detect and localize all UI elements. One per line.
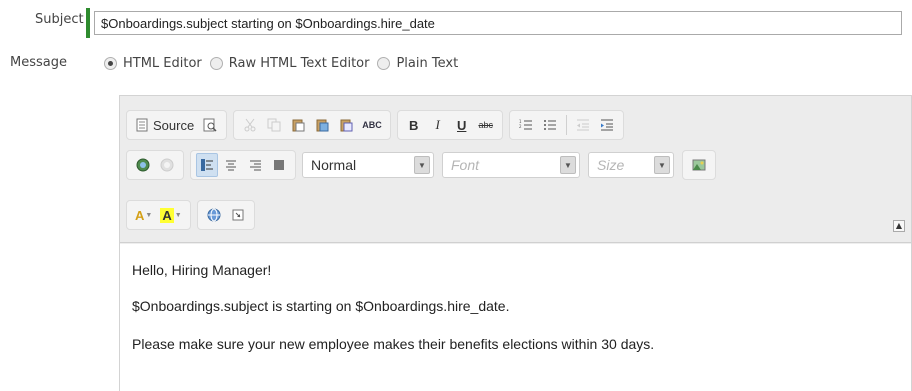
image-icon	[692, 159, 706, 171]
basic-styles-group: B I U abc	[396, 110, 503, 140]
chevron-down-icon[interactable]: ▼	[414, 156, 430, 174]
align-group	[190, 150, 296, 180]
source-label: Source	[153, 117, 195, 133]
strike-button[interactable]: abc	[475, 113, 497, 137]
image-group	[682, 150, 716, 180]
toolbar-separator	[565, 115, 567, 135]
content-line: Please make sure your new employee makes…	[132, 336, 655, 352]
text-color-button[interactable]: A ▼	[132, 203, 155, 227]
spellcheck-button[interactable]: ABC	[359, 113, 385, 137]
toolbar-row-1: Source ABC B I U abc 1 2	[126, 108, 630, 142]
required-indicator	[86, 8, 90, 38]
preview-icon	[203, 118, 217, 132]
text-color-label: A	[135, 207, 145, 223]
bulleted-list-icon	[543, 120, 556, 130]
numbered-list-button[interactable]: 12	[515, 113, 537, 137]
bold-button[interactable]: B	[403, 113, 425, 137]
align-left-icon	[201, 159, 213, 171]
spellcheck-icon: ABC	[362, 120, 382, 130]
indent-icon	[600, 119, 613, 131]
link-button[interactable]	[132, 153, 154, 177]
source-icon	[136, 118, 148, 132]
radio-unselected-icon[interactable]	[377, 56, 391, 70]
content-line: Hello, Hiring Manager!	[132, 262, 272, 278]
radio-selected-icon[interactable]	[104, 56, 117, 70]
dropdown-arrow-icon: ▼	[145, 211, 153, 219]
globe-button[interactable]	[203, 203, 225, 227]
font-placeholder: Font	[451, 157, 480, 173]
radio-html-editor[interactable]: HTML Editor	[104, 56, 202, 71]
paste-text-icon	[316, 119, 329, 132]
tools-group	[196, 200, 255, 230]
align-justify-button[interactable]	[268, 153, 290, 177]
indent-button[interactable]	[596, 113, 618, 137]
subject-label: Subject	[35, 12, 84, 27]
document-group: Source	[126, 110, 228, 140]
size-placeholder: Size	[597, 157, 625, 173]
radio-unselected-icon[interactable]	[209, 56, 223, 70]
radio-label: HTML Editor	[123, 55, 202, 71]
align-center-icon	[226, 160, 236, 171]
unlink-icon	[160, 158, 174, 172]
align-right-button[interactable]	[244, 153, 266, 177]
size-select[interactable]: Size ▼	[588, 152, 674, 178]
image-button[interactable]	[688, 153, 710, 177]
list-group: 12	[508, 110, 624, 140]
subject-input[interactable]	[94, 11, 902, 35]
font-select[interactable]: Font ▼	[442, 152, 580, 178]
chevron-down-icon[interactable]: ▼	[560, 156, 576, 174]
chevron-down-icon[interactable]: ▼	[654, 156, 670, 174]
bulleted-list-button[interactable]	[539, 113, 561, 137]
toolbar-row-3: A ▼ A ▼	[126, 198, 261, 232]
outdent-button[interactable]	[572, 113, 594, 137]
radio-label: Raw HTML Text Editor	[228, 55, 370, 71]
paste-word-icon	[340, 119, 353, 132]
clipboard-group: ABC	[233, 110, 391, 140]
bg-color-button[interactable]: A ▼	[157, 203, 184, 227]
unlink-button[interactable]	[156, 153, 178, 177]
copy-icon	[267, 118, 281, 132]
rich-text-editor: Source ABC B I U abc 1 2 Normal ▼ Font ▼…	[119, 95, 912, 391]
align-justify-icon	[274, 160, 284, 170]
outdent-icon	[576, 119, 589, 131]
radio-plain-text[interactable]: Plain Text	[377, 56, 458, 71]
svg-text:2: 2	[519, 124, 522, 129]
italic-button[interactable]: I	[427, 113, 449, 137]
dropdown-arrow-icon: ▼	[174, 211, 182, 219]
link-group	[126, 150, 184, 180]
radio-raw-html[interactable]: Raw HTML Text Editor	[209, 55, 370, 71]
maximize-icon	[232, 209, 244, 221]
link-icon	[136, 158, 150, 172]
maximize-button[interactable]	[227, 203, 249, 227]
paste-icon	[292, 119, 305, 132]
cut-button[interactable]	[239, 113, 261, 137]
paste-text-button[interactable]	[311, 113, 333, 137]
globe-icon	[207, 208, 221, 222]
format-value: Normal	[311, 157, 357, 173]
align-right-icon	[250, 160, 261, 171]
message-label: Message	[10, 55, 67, 70]
editor-toolbar: Source ABC B I U abc 1 2 Normal ▼ Font ▼…	[120, 96, 911, 243]
source-button[interactable]: Source	[132, 113, 197, 137]
bg-color-label: A	[160, 207, 174, 223]
align-center-button[interactable]	[220, 153, 242, 177]
format-select[interactable]: Normal ▼	[302, 152, 434, 178]
underline-button[interactable]: U	[451, 113, 473, 137]
copy-button[interactable]	[263, 113, 285, 137]
content-line: $Onboardings.subject is starting on $Onb…	[132, 298, 510, 314]
align-left-button[interactable]	[196, 153, 218, 177]
cut-icon	[244, 118, 256, 132]
paste-word-button[interactable]	[335, 113, 357, 137]
editor-mode-options: HTML Editor Raw HTML Text Editor Plain T…	[104, 52, 466, 74]
toolbar-row-2: Normal ▼ Font ▼ Size ▼	[126, 148, 722, 182]
collapse-toolbar-icon[interactable]: ▲	[893, 220, 905, 232]
editor-content-area[interactable]: Hello, Hiring Manager! $Onboardings.subj…	[120, 244, 911, 391]
numbered-list-icon: 12	[519, 119, 532, 130]
paste-button[interactable]	[287, 113, 309, 137]
preview-button[interactable]	[199, 113, 221, 137]
radio-label: Plain Text	[396, 55, 459, 71]
color-group: A ▼ A ▼	[126, 200, 191, 230]
